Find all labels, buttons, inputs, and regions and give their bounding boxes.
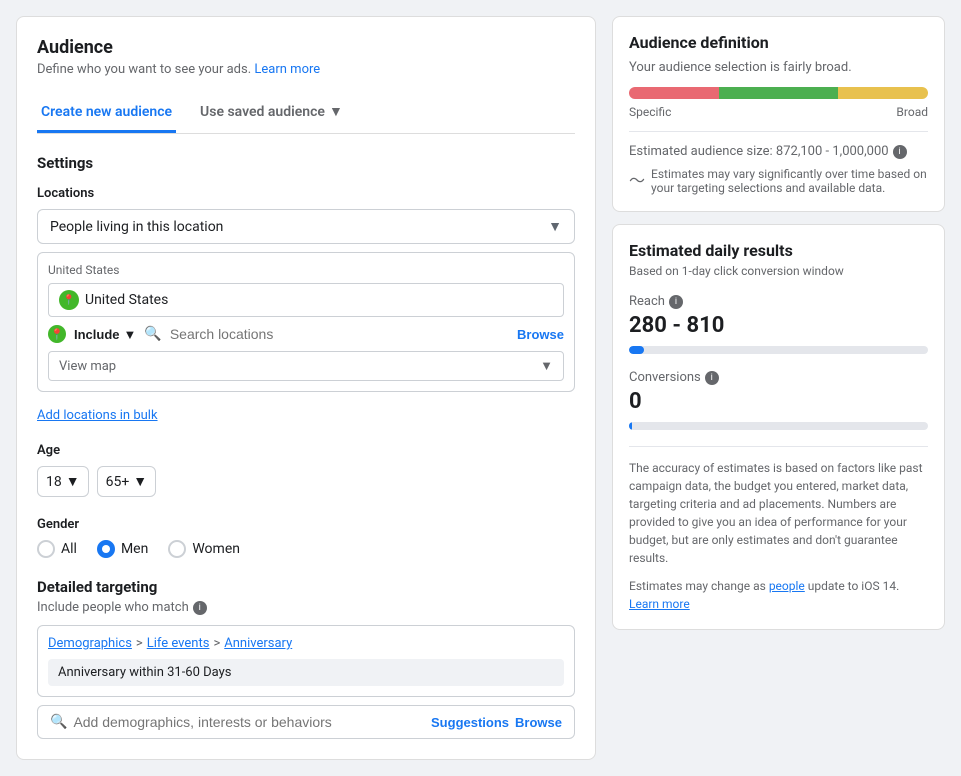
accuracy-note: The accuracy of estimates is based on fa…	[629, 459, 928, 567]
trend-icon: 〜	[629, 167, 645, 191]
gender-all-option[interactable]: All	[37, 540, 77, 558]
results-subtitle: Based on 1-day click conversion window	[629, 264, 928, 278]
gender-label: Gender	[37, 517, 575, 532]
search-targeting-row: 🔍 Suggestions Browse	[37, 705, 575, 739]
country-header: United States	[48, 263, 564, 277]
audience-size: Estimated audience size: 872,100 - 1,000…	[629, 144, 928, 159]
add-bulk-link[interactable]: Add locations in bulk	[37, 408, 158, 423]
info-icon[interactable]: i	[193, 601, 207, 615]
audience-meter	[629, 87, 928, 99]
age-label: Age	[37, 443, 575, 458]
tabs: Create new audience Use saved audience ▼	[37, 93, 575, 134]
suggestions-button[interactable]: Suggestions	[431, 715, 509, 730]
gender-section: Gender All Men Women	[37, 517, 575, 558]
reach-bar-fill	[629, 346, 644, 354]
detailed-targeting-section: Detailed targeting Include people who ma…	[37, 578, 575, 739]
detailed-targeting-title: Detailed targeting	[37, 578, 575, 596]
info-icon-size[interactable]: i	[893, 145, 907, 159]
left-panel: Audience Define who you want to see your…	[16, 16, 596, 760]
ios-people-link[interactable]: people	[769, 579, 805, 593]
country-tag: 📍 United States	[48, 283, 564, 317]
locations-section: Locations People living in this location…	[37, 186, 575, 423]
settings-title: Settings	[37, 154, 575, 172]
age-row: 18 ▼ 65+ ▼	[37, 466, 575, 497]
learn-more-link[interactable]: Learn more	[254, 62, 320, 77]
include-button[interactable]: Include ▼	[74, 327, 136, 342]
gender-women-option[interactable]: Women	[168, 540, 240, 558]
age-section: Age 18 ▼ 65+ ▼	[37, 443, 575, 497]
meter-segment-2	[719, 87, 839, 99]
audience-def-subtitle: Your audience selection is fairly broad.	[629, 60, 928, 75]
conversions-label: Conversions i	[629, 370, 928, 385]
age-min-select[interactable]: 18 ▼	[37, 466, 89, 497]
estimate-note: 〜 Estimates may vary significantly over …	[629, 167, 928, 195]
meter-labels: Specific Broad	[629, 105, 928, 119]
label-broad: Broad	[896, 105, 928, 119]
audience-subtitle: Define who you want to see your ads. Lea…	[37, 62, 575, 77]
include-match-row: Include people who match i	[37, 600, 575, 615]
reach-label: Reach i	[629, 294, 928, 309]
audience-title: Audience	[37, 37, 575, 58]
ios-note: Estimates may change as people update to…	[629, 577, 928, 613]
breadcrumb-anniversary[interactable]: Anniversary	[224, 636, 292, 651]
search-icon: 🔍	[50, 714, 67, 730]
locations-dropdown[interactable]: People living in this location ▼	[37, 209, 575, 244]
tab-use-saved-audience[interactable]: Use saved audience ▼	[196, 93, 347, 133]
gender-men-option[interactable]: Men	[97, 540, 148, 558]
browse-locations-button[interactable]: Browse	[517, 327, 564, 342]
breadcrumb-row: Demographics > Life events > Anniversary	[48, 636, 564, 651]
chevron-down-icon: ▼	[548, 218, 562, 235]
age-max-select[interactable]: 65+ ▼	[97, 466, 157, 497]
search-icon: 🔍	[144, 326, 161, 342]
breadcrumb-sep-1: >	[136, 636, 143, 651]
breadcrumb-sep-2: >	[213, 636, 220, 651]
meter-segment-3	[838, 87, 928, 99]
conversions-bar-fill	[629, 422, 632, 430]
estimated-results-card: Estimated daily results Based on 1-day c…	[612, 224, 945, 630]
audience-definition-card: Audience definition Your audience select…	[612, 16, 945, 212]
ios-learn-more-link[interactable]: Learn more	[629, 597, 690, 611]
gender-men-radio[interactable]	[97, 540, 115, 558]
results-title: Estimated daily results	[629, 241, 928, 260]
reach-value: 280 - 810	[629, 313, 928, 338]
search-row: 📍 Include ▼ 🔍 Browse	[48, 325, 564, 343]
search-locations-input[interactable]	[170, 326, 509, 342]
locations-label: Locations	[37, 186, 575, 201]
audience-def-title: Audience definition	[629, 33, 928, 52]
targeting-tag: Anniversary within 31-60 Days	[48, 659, 564, 686]
info-icon-reach[interactable]: i	[669, 295, 683, 309]
gender-women-label: Women	[192, 541, 240, 557]
conversions-value: 0	[629, 389, 928, 414]
chevron-down-icon: ▼	[124, 327, 137, 342]
gender-row: All Men Women	[37, 540, 575, 558]
breadcrumb-demographics[interactable]: Demographics	[48, 636, 132, 651]
chevron-down-icon: ▼	[540, 358, 553, 374]
browse-targeting-button[interactable]: Browse	[515, 715, 562, 730]
info-icon-conversions[interactable]: i	[705, 371, 719, 385]
right-panel: Audience definition Your audience select…	[612, 16, 945, 760]
gender-all-label: All	[61, 541, 77, 557]
gender-women-radio[interactable]	[168, 540, 186, 558]
separator-2	[629, 446, 928, 447]
audience-heading: Audience Define who you want to see your…	[37, 37, 575, 77]
reach-bar	[629, 346, 928, 354]
search-targeting-input[interactable]	[73, 714, 425, 730]
targeting-box: Demographics > Life events > Anniversary…	[37, 625, 575, 697]
pin-icon: 📍	[59, 290, 79, 310]
gender-all-radio[interactable]	[37, 540, 55, 558]
separator	[629, 131, 928, 132]
include-icon: 📍	[48, 325, 66, 343]
view-map-row[interactable]: View map ▼	[48, 351, 564, 381]
chevron-down-icon: ▼	[133, 473, 147, 490]
meter-segment-1	[629, 87, 719, 99]
label-specific: Specific	[629, 105, 671, 119]
chevron-down-icon: ▼	[329, 103, 343, 120]
gender-men-label: Men	[121, 541, 148, 557]
chevron-down-icon: ▼	[66, 473, 80, 490]
location-box: United States 📍 United States 📍 Include …	[37, 252, 575, 392]
breadcrumb-life-events[interactable]: Life events	[147, 636, 210, 651]
tab-create-new-audience[interactable]: Create new audience	[37, 93, 176, 133]
conversions-bar	[629, 422, 928, 430]
